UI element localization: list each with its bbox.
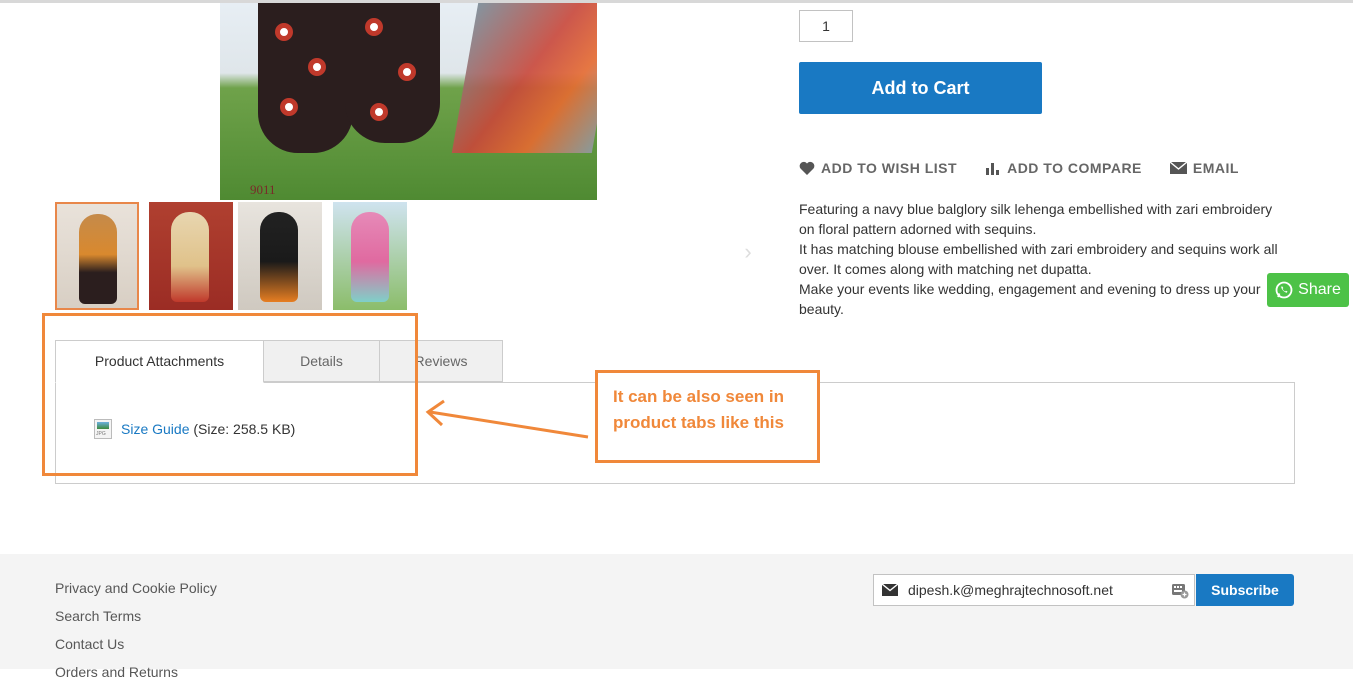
gallery-next-icon[interactable]: › [738,240,758,264]
footer-link-privacy[interactable]: Privacy and Cookie Policy [55,574,217,602]
email-link[interactable]: EMAIL [1169,160,1239,176]
footer-links: Privacy and Cookie Policy Search Terms C… [55,574,217,686]
footer-link-search-terms[interactable]: Search Terms [55,602,217,630]
product-image-code: 9011 [250,182,276,197]
annotation-arrow-icon [425,399,589,439]
quantity-input[interactable]: 1 [799,10,853,42]
compare-label: ADD TO COMPARE [1007,160,1142,176]
annotation-highlight-box [42,313,418,476]
envelope-icon [1169,162,1187,174]
thumbnail-2[interactable] [149,202,233,310]
tab-product-attachments[interactable]: Product Attachments [55,340,264,383]
whatsapp-icon [1275,281,1293,299]
top-border [0,0,1353,3]
thumbnail-3[interactable] [238,202,322,310]
thumbnail-1[interactable] [55,202,139,310]
annotation-callout: It can be also seen in product tabs like… [595,370,820,463]
product-actions: ADD TO WISH LIST ADD TO COMPARE EMAIL [799,160,1239,176]
wishlist-label: ADD TO WISH LIST [821,160,958,176]
callout-line: product tabs like this [613,413,784,432]
description-line: It has matching blouse embellished with … [799,241,1278,277]
subscribe-button[interactable]: Subscribe [1196,574,1294,606]
add-to-cart-button[interactable]: Add to Cart [799,62,1042,114]
autofill-icon[interactable] [1171,581,1189,599]
add-to-compare-link[interactable]: ADD TO COMPARE [985,160,1142,176]
add-to-wishlist-link[interactable]: ADD TO WISH LIST [799,160,957,176]
share-label: Share [1298,281,1341,298]
product-description: Featuring a navy blue balglory silk lehe… [799,199,1289,319]
newsletter-email-input[interactable] [898,581,1171,599]
compare-icon [986,163,1000,175]
footer: Privacy and Cookie Policy Search Terms C… [0,554,1353,680]
newsletter-field[interactable] [873,574,1195,606]
product-main-image[interactable]: 9011 [220,3,597,200]
heart-icon [799,161,815,175]
whatsapp-share-button[interactable]: Share [1267,273,1349,307]
envelope-icon [882,584,898,596]
email-label: EMAIL [1192,160,1239,176]
description-line: Featuring a navy blue balglory silk lehe… [799,201,1273,237]
thumbnail-4[interactable] [333,202,407,310]
description-line: Make your events like wedding, engagemen… [799,281,1261,317]
footer-link-orders-returns[interactable]: Orders and Returns [55,658,217,686]
callout-line: It can be also seen in [613,387,785,406]
footer-link-contact[interactable]: Contact Us [55,630,217,658]
